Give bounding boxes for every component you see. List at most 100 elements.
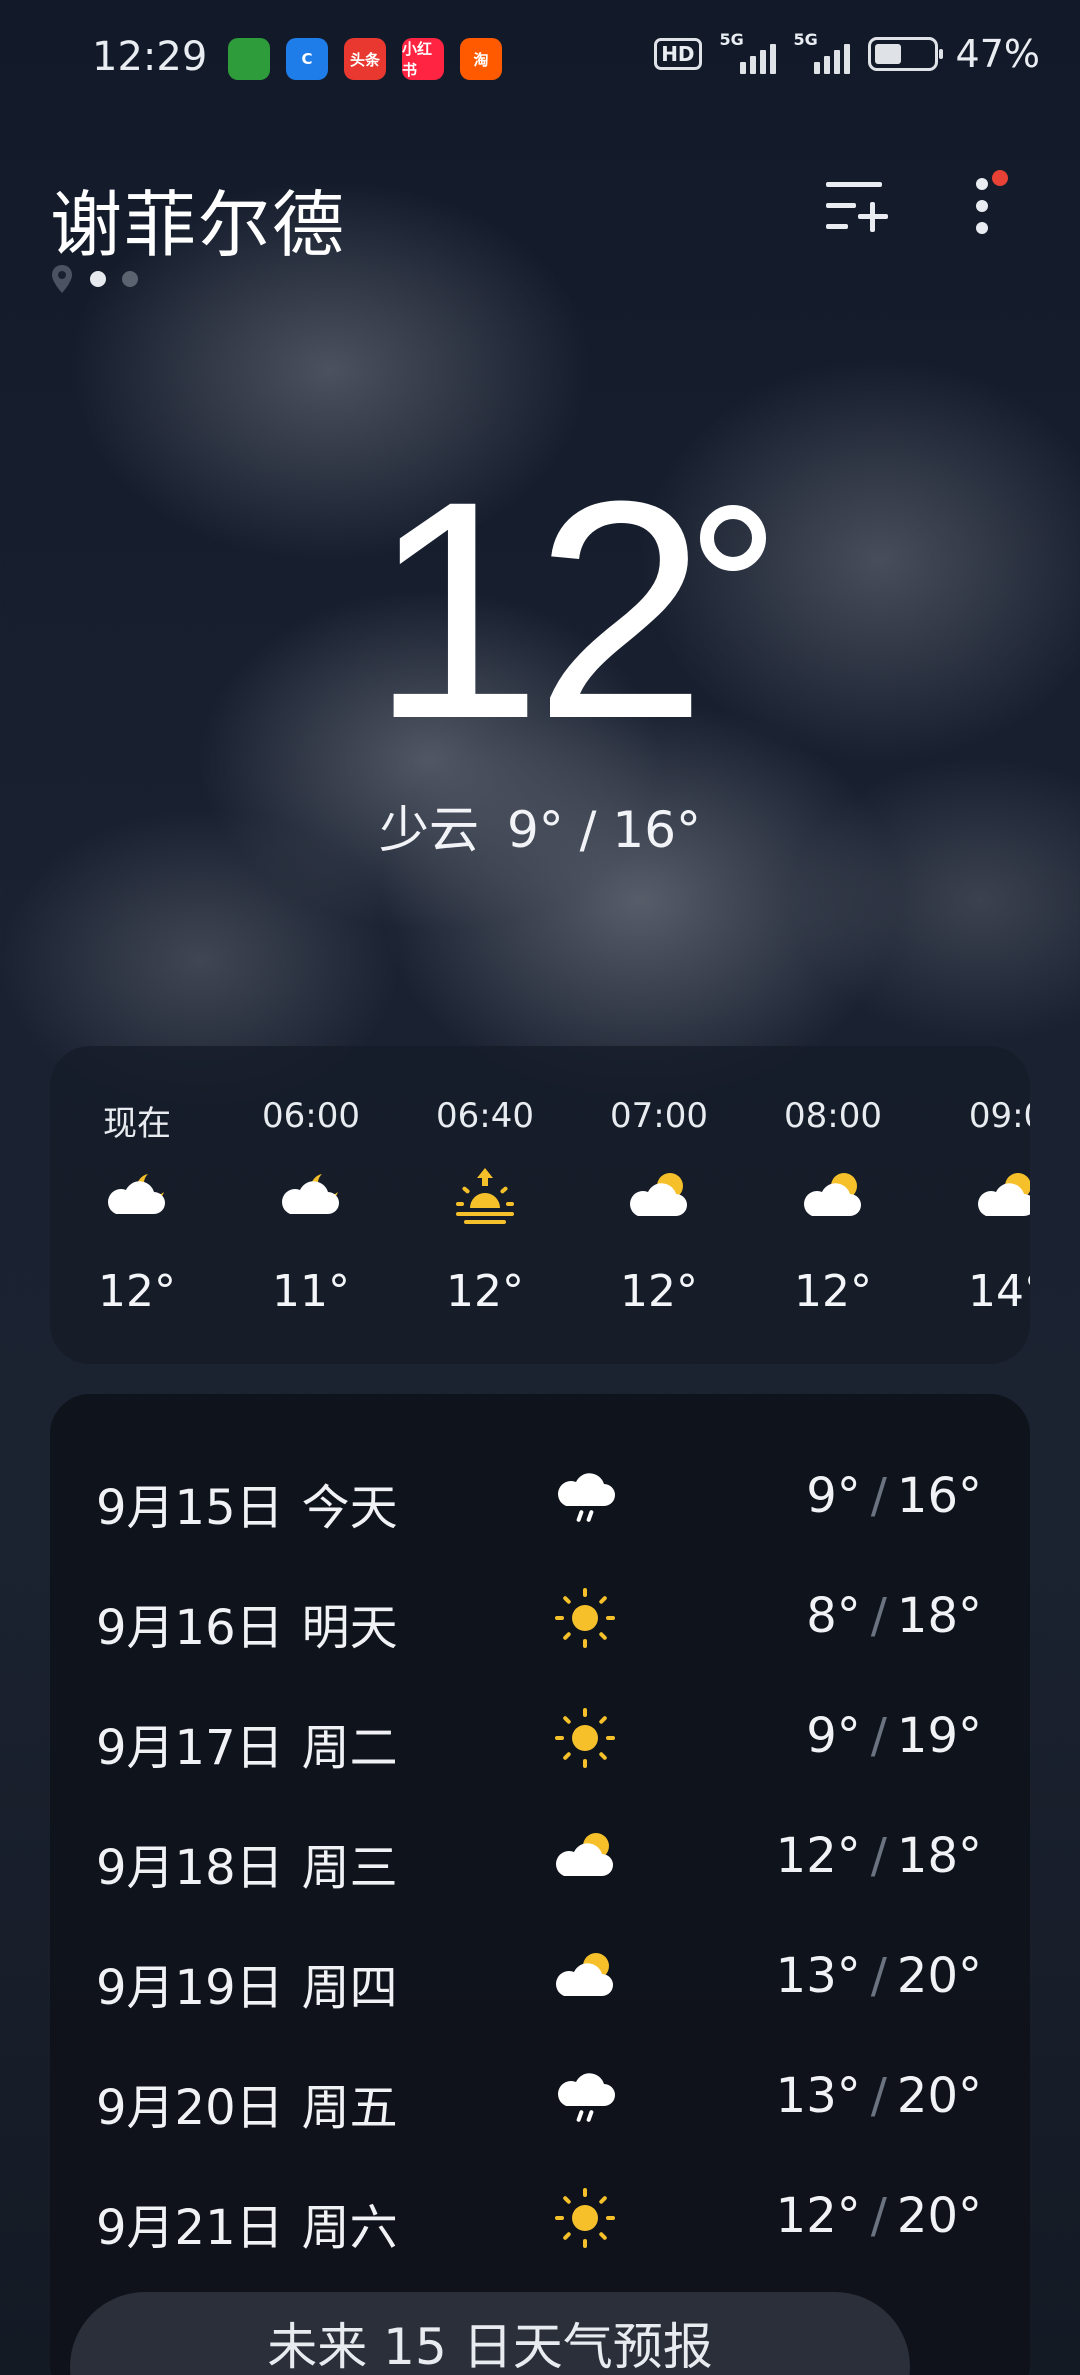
daily-low: 8° — [806, 1588, 861, 1644]
notification-app-icons: C 头条 小红书淘 — [228, 38, 502, 80]
daily-low: 13° — [775, 2068, 861, 2124]
daily-high: 18° — [896, 1828, 982, 1884]
daily-low: 9° — [806, 1468, 861, 1524]
current-range: 9° / 16° — [506, 801, 702, 859]
temp-separator: / — [870, 2188, 887, 2244]
daily-date-label: 9月21日 周六 — [96, 2188, 398, 2258]
partly-cloudy-day-icon — [550, 1946, 620, 2010]
daily-forecast-row[interactable]: 9月19日 周四 13°/20° — [50, 1918, 1030, 2038]
daily-forecast-row[interactable]: 9月15日 今天 9°/16° — [50, 1438, 1030, 1558]
daily-high: 18° — [896, 1588, 982, 1644]
daily-temp-range: 12°/20° — [776, 2188, 982, 2244]
daily-high: 16° — [896, 1468, 982, 1524]
daily-high: 20° — [896, 2188, 982, 2244]
daily-low: 9° — [806, 1708, 861, 1764]
toutiao-app-icon: 头条 — [344, 38, 386, 80]
daily-date: 9月18日 — [96, 1840, 284, 1896]
hourly-item: 06:00 11° — [224, 1046, 398, 1364]
daily-date-label: 9月17日 周二 — [96, 1708, 398, 1778]
sunny-icon — [550, 2186, 620, 2250]
hourly-temp: 11° — [272, 1266, 350, 1317]
current-summary: 少云 9° / 16° — [0, 790, 1080, 862]
hourly-item: 09:0 14° — [920, 1046, 1030, 1364]
daily-day-name: 今天 — [301, 1480, 398, 1536]
daily-temp-range: 12°/18° — [776, 1828, 982, 1884]
daily-temp-range: 13°/20° — [776, 1948, 982, 2004]
xiaohongshu-app-icon: 小红书 — [402, 38, 444, 80]
temp-separator: / — [870, 1708, 887, 1764]
city-page-indicator — [50, 264, 138, 294]
sunny-icon — [550, 1706, 620, 1770]
daily-date-label: 9月18日 周三 — [96, 1828, 398, 1898]
rain-icon — [550, 2066, 620, 2130]
daily-date: 9月20日 — [96, 2080, 284, 2136]
daily-low: 12° — [775, 1828, 861, 1884]
daily-high: 20° — [896, 2068, 982, 2124]
hourly-temp: 12° — [446, 1266, 524, 1317]
location-pin-icon — [52, 265, 72, 293]
daily-date-label: 9月19日 周四 — [96, 1948, 398, 2018]
taobao-app-icon: 淘 — [460, 38, 502, 80]
daily-day-name: 周三 — [301, 1840, 398, 1896]
daily-forecast-row[interactable]: 9月18日 周三 12°/18° — [50, 1798, 1030, 1918]
daily-temp-range: 9°/19° — [806, 1708, 982, 1764]
hd-voice-icon: HD — [654, 38, 702, 70]
hourly-time: 现在 — [103, 1104, 171, 1144]
hourly-time: 09:0 — [968, 1096, 1030, 1136]
rain-icon — [550, 1466, 620, 1530]
daily-day-name: 周四 — [301, 1960, 398, 2016]
temp-separator: / — [870, 2068, 887, 2124]
daily-forecast-row[interactable]: 9月20日 周五 13°/20° — [50, 2038, 1030, 2158]
hourly-temp: 12° — [794, 1266, 872, 1317]
notification-red-dot — [992, 170, 1008, 186]
game-app-icon — [228, 38, 270, 80]
hourly-temp: 12° — [620, 1266, 698, 1317]
daily-forecast-row[interactable]: 9月17日 周二 9°/19° — [50, 1678, 1030, 1798]
daily-high: 19° — [896, 1708, 982, 1764]
city-name[interactable]: 谢菲尔德 — [50, 166, 346, 271]
daily-day-name: 周五 — [301, 2080, 398, 2136]
hourly-item: 06:40 12° — [398, 1046, 572, 1364]
hourly-item: 07:00 12° — [572, 1046, 746, 1364]
current-condition: 少云 — [378, 801, 479, 859]
temp-separator: / — [870, 1948, 887, 2004]
daily-temp-range: 13°/20° — [776, 2068, 982, 2124]
daily-day-name: 明天 — [301, 1600, 398, 1656]
temp-separator: / — [870, 1588, 887, 1644]
battery-percent: 47% — [955, 32, 1040, 76]
hourly-item: 现在 12° — [50, 1046, 224, 1364]
daily-date-label: 9月15日 今天 — [96, 1468, 398, 1538]
daily-day-name: 周六 — [301, 2200, 398, 2256]
signal-5g-icon-2: 5G — [794, 30, 850, 74]
daily-date-label: 9月16日 明天 — [96, 1588, 398, 1658]
signal-5g-icon-1: 5G — [720, 30, 776, 74]
daily-date: 9月19日 — [96, 1960, 284, 2016]
hourly-time: 06:00 — [262, 1096, 360, 1136]
daily-temp-range: 8°/18° — [806, 1588, 982, 1644]
sunny-icon — [550, 1586, 620, 1650]
daily-date: 9月16日 — [96, 1600, 284, 1656]
hourly-time: 07:00 — [610, 1096, 708, 1136]
manage-cities-icon[interactable] — [822, 176, 892, 236]
daily-forecast-row[interactable]: 9月16日 明天 8°/18° — [50, 1558, 1030, 1678]
daily-high: 20° — [896, 1948, 982, 2004]
partly-cloudy-day-icon — [972, 1166, 1030, 1226]
hourly-temp: 14° — [968, 1266, 1030, 1317]
partly-cloudy-night-icon — [102, 1166, 172, 1226]
daily-low: 13° — [775, 1948, 861, 2004]
sunrise-icon — [450, 1166, 520, 1226]
temp-separator: / — [870, 1828, 887, 1884]
daily-temp-range: 9°/16° — [806, 1468, 982, 1524]
hourly-forecast-card[interactable]: 现在 12° 06:00 11° 06:40 12° 07:00 12° 08:00 12° 09:… — [50, 1046, 1030, 1364]
more-menu-button[interactable] — [960, 170, 1010, 240]
partly-cloudy-day-icon — [550, 1826, 620, 1890]
daily-forecast-row[interactable]: 9月21日 周六 12°/20° — [50, 2158, 1030, 2278]
hourly-item: 08:00 12° — [746, 1046, 920, 1364]
battery-icon — [867, 37, 943, 71]
current-temperature: 12 — [370, 436, 707, 783]
daily-forecast-card: 9月15日 今天 9°/16° 9月16日 明天 8°/18° 9月17日 周二 9°/19° 9… — [50, 1394, 1030, 2375]
15-day-forecast-button[interactable]: 未来 15 日天气预报 — [70, 2292, 910, 2375]
daily-date: 9月17日 — [96, 1720, 284, 1776]
page-dot-active — [90, 271, 106, 287]
system-indicators: HD 5G 5G 47% — [654, 30, 1040, 76]
